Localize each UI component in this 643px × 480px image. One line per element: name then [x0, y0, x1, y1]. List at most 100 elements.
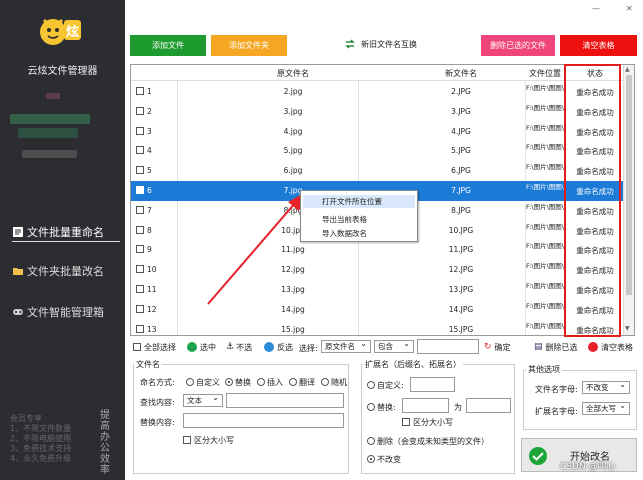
- confirm-button[interactable]: ↻ 确定: [484, 339, 511, 355]
- ext-case-checkbox[interactable]: [402, 418, 410, 426]
- minimize-button[interactable]: —: [592, 4, 600, 13]
- gamepad-icon: [13, 309, 23, 315]
- row-checkbox[interactable]: [136, 126, 144, 135]
- row-checkbox[interactable]: [136, 225, 144, 234]
- table-row[interactable]: 1 2.jpg 2.JPG F:\图片\图图\ 重命名成功: [131, 82, 624, 102]
- delete-selected-files-button[interactable]: 删除已选的文件: [481, 35, 555, 56]
- row-checkbox[interactable]: [136, 106, 144, 115]
- match-text-input[interactable]: [417, 339, 479, 354]
- nav-folder-rename[interactable]: 文件夹批量改名: [12, 261, 124, 281]
- rename-status: 重命名成功: [576, 147, 614, 157]
- ext-replace-to-input[interactable]: [466, 398, 511, 413]
- new-filename: 14.JPG: [448, 304, 474, 314]
- ext-radio-delete[interactable]: [367, 437, 375, 445]
- ext-replace-from-input[interactable]: [402, 398, 449, 413]
- table-row[interactable]: 3 4.jpg 4.JPG F:\图片\图图\ 重命名成功: [131, 122, 624, 142]
- mode-label-random: 随机: [331, 378, 347, 387]
- file-location: F:\图片\图图\: [526, 321, 564, 330]
- header-new[interactable]: 新文件名: [431, 68, 491, 79]
- rename-status: 重命名成功: [576, 107, 614, 117]
- row-checkbox[interactable]: [136, 285, 144, 293]
- row-checkbox[interactable]: [136, 245, 144, 254]
- row-checkbox[interactable]: [136, 324, 144, 333]
- ext-case-select[interactable]: 全部大写: [582, 401, 630, 415]
- delete-selected-button[interactable]: ▤ 删除已选: [534, 339, 578, 355]
- ext-radio-unchanged[interactable]: [367, 455, 375, 463]
- clear-table-bottom-button[interactable]: 清空表格: [588, 339, 633, 355]
- row-checkbox[interactable]: [136, 166, 144, 175]
- table-row[interactable]: 5 6.jpg 6.JPG F:\图片\图图\ 重命名成功: [131, 161, 624, 181]
- nav-label: 文件智能管理箱: [27, 306, 104, 319]
- file-location: F:\图片\图图\: [526, 103, 564, 112]
- mode-radio-random[interactable]: [321, 378, 329, 386]
- ext-as-label: 为: [454, 403, 462, 412]
- find-input[interactable]: [226, 393, 344, 408]
- replace-input[interactable]: [183, 413, 344, 428]
- find-type-select[interactable]: 文本: [183, 393, 223, 407]
- original-filename: 4.jpg: [283, 126, 303, 136]
- row-index: 2: [147, 106, 152, 116]
- table-row[interactable]: 2 3.jpg 3.JPG F:\图片\图图\ 重命名成功: [131, 102, 624, 122]
- scroll-thumb[interactable]: [626, 75, 632, 295]
- ext-delete-label: 删除（会变成未知类型的文件）: [377, 437, 489, 446]
- scroll-up-icon[interactable]: ▲: [625, 66, 630, 73]
- row-checkbox[interactable]: [136, 186, 144, 194]
- add-file-button[interactable]: 添加文件: [130, 35, 206, 56]
- row-checkbox[interactable]: [136, 304, 144, 313]
- row-checkbox[interactable]: [136, 205, 144, 214]
- mode-radio-replace[interactable]: [225, 378, 233, 386]
- select-all-checkbox[interactable]: 全部选择: [133, 339, 176, 355]
- field-select[interactable]: 原文件名: [321, 339, 371, 353]
- file-location: F:\图片\图图\: [526, 84, 564, 92]
- app-logo-icon: 炫: [40, 18, 81, 45]
- row-index: 13: [147, 324, 157, 334]
- mode-radio-translate[interactable]: [289, 378, 297, 386]
- close-button[interactable]: ✕: [626, 4, 633, 13]
- clear-table-button[interactable]: 清空表格: [560, 35, 637, 56]
- table-row[interactable]: 13 15.jpg 15.JPG F:\图片\图图\ 重命名成功: [131, 320, 624, 335]
- row-checkbox[interactable]: [136, 146, 144, 155]
- scroll-down-icon[interactable]: ▼: [625, 325, 630, 332]
- mode-radio-insert[interactable]: [257, 378, 265, 386]
- table-row[interactable]: 4 5.jpg 5.JPG F:\图片\图图\ 重命名成功: [131, 141, 624, 161]
- invert-button[interactable]: 反选: [264, 339, 293, 355]
- row-index: 4: [147, 146, 152, 156]
- ext-radio-replace[interactable]: [367, 403, 375, 411]
- swap-icon: [345, 39, 355, 49]
- other-options-panel: [523, 370, 637, 430]
- file-location: F:\图片\图图\: [526, 262, 564, 271]
- blurred-user-info: [10, 114, 90, 124]
- rename-status: 重命名成功: [576, 246, 614, 256]
- nav-smart-manager[interactable]: 文件智能管理箱: [12, 302, 124, 322]
- delete-list-icon: ▤: [534, 342, 543, 352]
- match-select[interactable]: 包含: [374, 339, 414, 353]
- table-scrollbar[interactable]: ▲ ▼: [623, 65, 634, 335]
- find-label: 查找内容:: [140, 398, 175, 407]
- file-location: F:\图片\图图\: [526, 202, 564, 211]
- unselect-button[interactable]: ⚓ 不选: [226, 339, 252, 355]
- member-benefits: 会员专享 1、不限文件数量 2、不限电脑使用 3、免费技术支持 4、永久免费升级: [10, 414, 71, 464]
- svg-text:炫: 炫: [66, 24, 79, 40]
- row-checkbox[interactable]: [136, 87, 144, 95]
- file-case-select[interactable]: 不改变: [582, 380, 630, 394]
- select-button[interactable]: 选中: [187, 339, 216, 355]
- mode-radio-custom[interactable]: [186, 378, 194, 386]
- new-filename: 11.JPG: [448, 245, 474, 255]
- header-location[interactable]: 文件位置: [526, 68, 564, 79]
- swap-names-button[interactable]: 新旧文件名互换: [344, 38, 417, 50]
- header-status[interactable]: 状态: [566, 68, 624, 79]
- nav-batch-rename[interactable]: 文件批量重命名: [12, 222, 120, 242]
- menu-open-location[interactable]: 打开文件所在位置: [303, 195, 415, 208]
- member-line: 2、不限电脑使用: [10, 434, 72, 443]
- add-folder-button[interactable]: 添加文件夹: [211, 35, 287, 56]
- menu-import-rename[interactable]: 导入数据改名: [322, 228, 367, 239]
- row-index: 8: [147, 225, 152, 235]
- filename-panel-title: 文件名: [134, 359, 162, 370]
- case-sensitive-checkbox[interactable]: [183, 436, 191, 444]
- ext-radio-custom[interactable]: [367, 381, 375, 389]
- row-checkbox[interactable]: [136, 265, 144, 274]
- header-original[interactable]: 原文件名: [263, 68, 323, 79]
- ext-custom-input[interactable]: [410, 377, 455, 392]
- mode-label-insert: 插入: [267, 378, 283, 387]
- menu-export-table[interactable]: 导出当前表格: [322, 214, 367, 225]
